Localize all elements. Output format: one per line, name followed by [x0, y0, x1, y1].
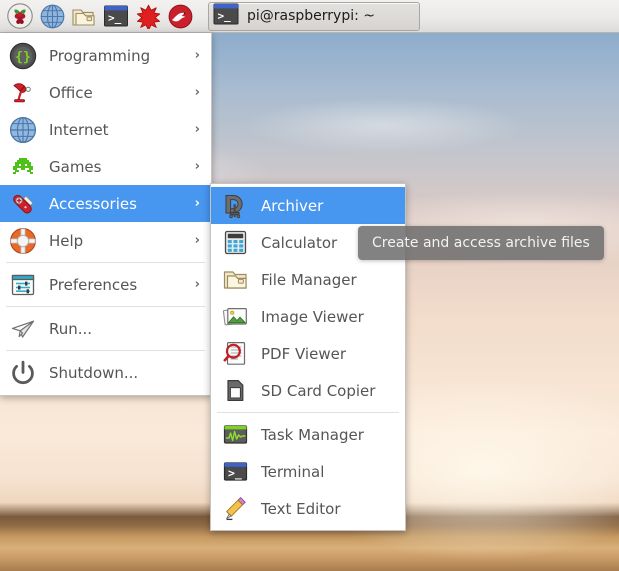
- submenu-item-label: Calculator: [261, 234, 337, 252]
- submenu-item-label: Image Viewer: [261, 308, 364, 326]
- programming-icon: {}: [7, 40, 39, 72]
- menu-item-games[interactable]: Games ›: [0, 148, 211, 185]
- menu-item-label: Preferences: [49, 276, 137, 294]
- menu-item-accessories[interactable]: Accessories ›: [0, 185, 211, 222]
- menu-item-programming[interactable]: {} Programming ›: [0, 37, 211, 74]
- shutdown-icon: [7, 357, 39, 389]
- chevron-right-icon: ›: [195, 122, 200, 137]
- chevron-right-icon: ›: [195, 233, 200, 248]
- menu-item-label: Programming: [49, 47, 150, 65]
- menu-separator: [6, 262, 205, 263]
- chevron-right-icon: ›: [195, 277, 200, 292]
- submenu-item-label: SD Card Copier: [261, 382, 375, 400]
- chevron-right-icon: ›: [195, 48, 200, 63]
- preferences-icon: [7, 269, 39, 301]
- mathematica-icon[interactable]: [132, 1, 164, 31]
- submenu-item-task-manager[interactable]: Task Manager: [211, 416, 405, 453]
- menu-item-shutdown[interactable]: Shutdown...: [0, 354, 211, 391]
- accessories-icon: [7, 188, 39, 220]
- submenu-item-terminal[interactable]: >_ Terminal: [211, 453, 405, 490]
- menu-item-run[interactable]: Run...: [0, 310, 211, 347]
- submenu-item-sd-card-copier[interactable]: SD Card Copier: [211, 372, 405, 409]
- svg-text:>_: >_: [228, 466, 242, 481]
- calculator-icon: [219, 227, 251, 259]
- file-manager-icon: [219, 264, 251, 296]
- top-panel: >_ >_ pi@raspberrypi: ~: [0, 0, 619, 33]
- menu-item-preferences[interactable]: Preferences ›: [0, 266, 211, 303]
- raspberry-menu-icon[interactable]: [4, 1, 36, 31]
- submenu-item-label: Task Manager: [261, 426, 364, 444]
- menu-item-label: Internet: [49, 121, 109, 139]
- file-manager-icon[interactable]: [68, 1, 100, 31]
- menu-item-internet[interactable]: Internet ›: [0, 111, 211, 148]
- main-menu: {} Programming › Office ›: [0, 33, 212, 396]
- submenu-item-archiver[interactable]: Archiver: [211, 187, 405, 224]
- text-editor-icon: [219, 493, 251, 525]
- submenu-item-file-manager[interactable]: File Manager: [211, 261, 405, 298]
- submenu-item-label: Terminal: [261, 463, 324, 481]
- svg-text:{}: {}: [15, 50, 31, 65]
- chevron-right-icon: ›: [195, 196, 200, 211]
- terminal-icon[interactable]: >_: [100, 1, 132, 31]
- svg-text:>_: >_: [218, 10, 232, 23]
- menu-item-office[interactable]: Office ›: [0, 74, 211, 111]
- menu-item-label: Shutdown...: [49, 364, 138, 382]
- chevron-right-icon: ›: [195, 159, 200, 174]
- web-browser-icon[interactable]: [36, 1, 68, 31]
- chevron-right-icon: ›: [195, 85, 200, 100]
- sd-card-copier-icon: [219, 375, 251, 407]
- help-icon: [7, 225, 39, 257]
- internet-icon: [7, 114, 39, 146]
- image-viewer-icon: [219, 301, 251, 333]
- run-icon: [7, 313, 39, 345]
- submenu-item-label: Archiver: [261, 197, 323, 215]
- archiver-icon: [219, 190, 251, 222]
- tooltip: Create and access archive files: [358, 226, 604, 260]
- menu-separator: [6, 306, 205, 307]
- submenu-item-label: File Manager: [261, 271, 357, 289]
- menu-item-help[interactable]: Help ›: [0, 222, 211, 259]
- submenu-item-label: Text Editor: [261, 500, 341, 518]
- submenu-item-pdf-viewer[interactable]: PDF Viewer: [211, 335, 405, 372]
- taskbar-window-button[interactable]: >_ pi@raspberrypi: ~: [208, 2, 420, 31]
- desktop-screen: >_ >_ pi@raspberrypi: ~: [0, 0, 619, 571]
- taskbar-window-label: pi@raspberrypi: ~: [247, 8, 375, 24]
- wolfram-icon[interactable]: [164, 1, 196, 31]
- terminal-icon: >_: [219, 456, 251, 488]
- menu-item-label: Help: [49, 232, 83, 250]
- svg-text:>_: >_: [108, 12, 122, 25]
- games-icon: [7, 151, 39, 183]
- task-manager-icon: [219, 419, 251, 451]
- menu-item-label: Office: [49, 84, 93, 102]
- submenu-item-label: PDF Viewer: [261, 345, 346, 363]
- office-icon: [7, 77, 39, 109]
- menu-item-label: Run...: [49, 320, 92, 338]
- terminal-icon: >_: [213, 3, 239, 29]
- menu-separator: [6, 350, 205, 351]
- submenu-item-text-editor[interactable]: Text Editor: [211, 490, 405, 527]
- pdf-viewer-icon: [219, 338, 251, 370]
- submenu-separator: [217, 412, 399, 413]
- menu-item-label: Games: [49, 158, 101, 176]
- menu-item-label: Accessories: [49, 195, 137, 213]
- submenu-item-image-viewer[interactable]: Image Viewer: [211, 298, 405, 335]
